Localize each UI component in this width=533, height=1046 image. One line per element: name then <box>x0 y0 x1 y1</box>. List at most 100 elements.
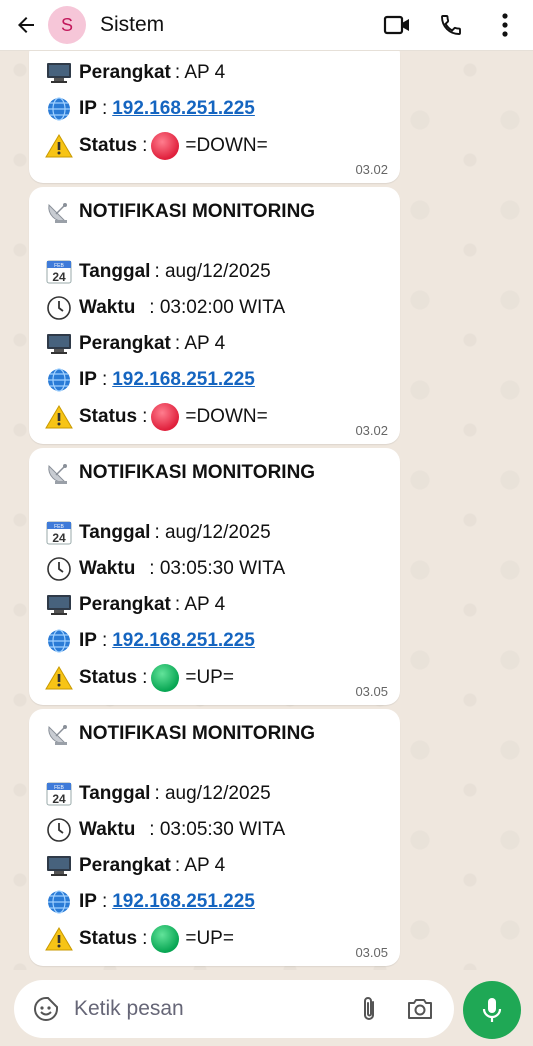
status-text: =DOWN= <box>185 135 268 156</box>
ip-separator: : <box>101 369 108 390</box>
clock-icon <box>45 556 73 582</box>
computer-icon <box>45 60 73 86</box>
message-input-container[interactable]: Ketik pesan <box>14 980 454 1038</box>
red-circle-icon <box>151 403 180 431</box>
device-value: : AP 4 <box>174 594 226 615</box>
more-vert-icon[interactable] <box>485 5 525 45</box>
message-input[interactable]: Ketik pesan <box>74 997 350 1021</box>
composer-bar: Ketik pesan <box>0 970 533 1046</box>
svg-text:FEB: FEB <box>54 785 64 791</box>
mic-icon <box>482 998 502 1022</box>
warning-icon <box>45 133 73 159</box>
status-label: Status <box>79 135 138 156</box>
warning-icon <box>45 926 73 952</box>
status-label: Status <box>79 667 138 688</box>
ip-separator: : <box>101 98 108 119</box>
ip-separator: : <box>101 630 108 651</box>
date-label: Tanggal <box>79 783 151 804</box>
device-label: Perangkat <box>79 594 171 615</box>
status-separator: : <box>142 928 148 949</box>
ip-link[interactable]: 192.168.251.225 <box>112 891 255 913</box>
message-bubble[interactable]: Perangkat : AP 4 IP : 192.168.251.225 St… <box>29 50 400 183</box>
computer-icon <box>45 331 73 357</box>
time-value: : 03:05:30 WITA <box>149 558 286 579</box>
calendar-icon: FEB 24 <box>45 259 73 285</box>
message-bubble[interactable]: NOTIFIKASI MONITORING FEB 24 Tanggal : au… <box>29 448 400 705</box>
phone-icon[interactable] <box>431 5 471 45</box>
date-label: Tanggal <box>79 522 151 543</box>
camera-icon[interactable] <box>400 989 440 1029</box>
time-value: : 03:02:00 WITA <box>149 297 286 318</box>
clock-icon <box>45 295 73 321</box>
sticker-icon[interactable] <box>26 989 66 1029</box>
message-time: 03.02 <box>355 162 388 177</box>
date-value: : aug/12/2025 <box>154 783 271 804</box>
warning-icon <box>45 665 73 691</box>
computer-icon <box>45 592 73 618</box>
chat-header: S Sistem <box>0 0 533 51</box>
ip-link[interactable]: 192.168.251.225 <box>112 630 255 652</box>
date-label: Tanggal <box>79 261 151 282</box>
svg-text:24: 24 <box>52 270 66 284</box>
device-value: : AP 4 <box>174 62 226 83</box>
back-arrow-icon[interactable] <box>10 9 42 41</box>
status-text: =DOWN= <box>185 406 268 427</box>
notification-heading: NOTIFIKASI MONITORING <box>79 462 316 483</box>
globe-icon <box>45 628 73 654</box>
status-separator: : <box>142 135 148 156</box>
status-separator: : <box>142 667 148 688</box>
message-time: 03.02 <box>355 423 388 438</box>
green-circle-icon <box>151 664 180 692</box>
ip-label: IP <box>79 369 97 390</box>
device-value: : AP 4 <box>174 333 226 354</box>
avatar[interactable]: S <box>48 6 86 44</box>
device-label: Perangkat <box>79 333 171 354</box>
satellite-dish-icon <box>45 199 73 225</box>
svg-text:24: 24 <box>52 531 66 545</box>
chat-area[interactable]: Perangkat : AP 4 IP : 192.168.251.225 St… <box>0 50 533 970</box>
device-label: Perangkat <box>79 62 171 83</box>
time-label: Waktu <box>79 819 136 840</box>
message-bubble[interactable]: NOTIFIKASI MONITORING FEB 24 Tanggal : au… <box>29 709 400 966</box>
calendar-icon: FEB 24 <box>45 520 73 546</box>
computer-icon <box>45 853 73 879</box>
red-circle-icon <box>151 132 180 160</box>
ip-label: IP <box>79 891 97 912</box>
satellite-dish-icon <box>45 721 73 747</box>
notification-heading: NOTIFIKASI MONITORING <box>79 723 316 744</box>
status-label: Status <box>79 928 138 949</box>
message-bubble[interactable]: NOTIFIKASI MONITORING FEB 24 Tanggal : au… <box>29 187 400 444</box>
status-separator: : <box>142 406 148 427</box>
message-time: 03.05 <box>355 945 388 960</box>
globe-icon <box>45 367 73 393</box>
ip-link[interactable]: 192.168.251.225 <box>112 369 255 391</box>
mic-button[interactable] <box>463 981 521 1039</box>
time-label: Waktu <box>79 297 136 318</box>
warning-icon <box>45 404 73 430</box>
ip-label: IP <box>79 98 97 119</box>
device-value: : AP 4 <box>174 855 226 876</box>
satellite-dish-icon <box>45 460 73 486</box>
ip-separator: : <box>101 891 108 912</box>
clock-icon <box>45 817 73 843</box>
time-value: : 03:05:30 WITA <box>149 819 286 840</box>
green-circle-icon <box>151 925 180 953</box>
status-text: =UP= <box>185 928 234 949</box>
svg-text:FEB: FEB <box>54 263 64 269</box>
globe-icon <box>45 96 73 122</box>
date-value: : aug/12/2025 <box>154 522 271 543</box>
calendar-icon: FEB 24 <box>45 781 73 807</box>
date-value: : aug/12/2025 <box>154 261 271 282</box>
ip-label: IP <box>79 630 97 651</box>
ip-link[interactable]: 192.168.251.225 <box>112 98 255 120</box>
globe-icon <box>45 889 73 915</box>
notification-heading: NOTIFIKASI MONITORING <box>79 201 316 222</box>
status-text: =UP= <box>185 667 234 688</box>
status-label: Status <box>79 406 138 427</box>
time-label: Waktu <box>79 558 136 579</box>
chat-title[interactable]: Sistem <box>100 13 377 37</box>
paperclip-icon[interactable] <box>350 989 390 1029</box>
device-label: Perangkat <box>79 855 171 876</box>
video-call-icon[interactable] <box>377 5 417 45</box>
svg-text:FEB: FEB <box>54 524 64 530</box>
